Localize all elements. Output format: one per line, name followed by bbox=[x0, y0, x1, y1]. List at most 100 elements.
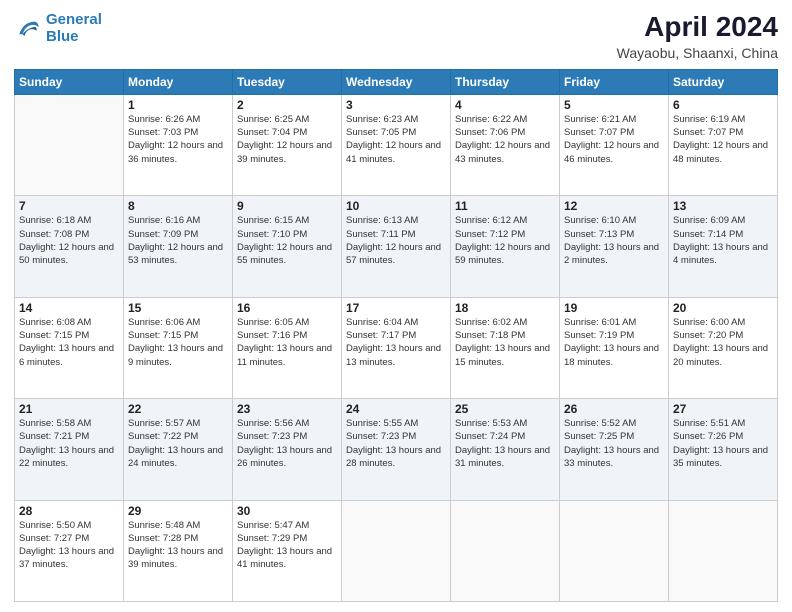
day-number: 16 bbox=[237, 301, 337, 315]
day-info: Sunrise: 6:13 AMSunset: 7:11 PMDaylight:… bbox=[346, 214, 446, 267]
table-row: 1Sunrise: 6:26 AMSunset: 7:03 PMDaylight… bbox=[124, 94, 233, 195]
day-number: 28 bbox=[19, 504, 119, 518]
title-block: April 2024 Wayaobu, Shaanxi, China bbox=[617, 12, 778, 61]
day-info: Sunrise: 6:12 AMSunset: 7:12 PMDaylight:… bbox=[455, 214, 555, 267]
calendar-table: Sunday Monday Tuesday Wednesday Thursday… bbox=[14, 69, 778, 602]
table-row: 25Sunrise: 5:53 AMSunset: 7:24 PMDayligh… bbox=[451, 399, 560, 500]
day-number: 12 bbox=[564, 199, 664, 213]
day-info: Sunrise: 6:25 AMSunset: 7:04 PMDaylight:… bbox=[237, 113, 337, 166]
table-row: 24Sunrise: 5:55 AMSunset: 7:23 PMDayligh… bbox=[342, 399, 451, 500]
calendar-header-row: Sunday Monday Tuesday Wednesday Thursday… bbox=[15, 69, 778, 94]
day-info: Sunrise: 6:05 AMSunset: 7:16 PMDaylight:… bbox=[237, 316, 337, 369]
day-number: 15 bbox=[128, 301, 228, 315]
logo-name: General Blue bbox=[46, 12, 102, 45]
day-info: Sunrise: 5:47 AMSunset: 7:29 PMDaylight:… bbox=[237, 519, 337, 572]
page-title: April 2024 bbox=[617, 12, 778, 43]
day-info: Sunrise: 6:02 AMSunset: 7:18 PMDaylight:… bbox=[455, 316, 555, 369]
day-info: Sunrise: 5:55 AMSunset: 7:23 PMDaylight:… bbox=[346, 417, 446, 470]
table-row: 14Sunrise: 6:08 AMSunset: 7:15 PMDayligh… bbox=[15, 297, 124, 398]
calendar-week-row: 28Sunrise: 5:50 AMSunset: 7:27 PMDayligh… bbox=[15, 500, 778, 601]
day-number: 2 bbox=[237, 98, 337, 112]
day-info: Sunrise: 6:01 AMSunset: 7:19 PMDaylight:… bbox=[564, 316, 664, 369]
table-row: 7Sunrise: 6:18 AMSunset: 7:08 PMDaylight… bbox=[15, 196, 124, 297]
table-row: 30Sunrise: 5:47 AMSunset: 7:29 PMDayligh… bbox=[233, 500, 342, 601]
col-monday: Monday bbox=[124, 69, 233, 94]
table-row: 2Sunrise: 6:25 AMSunset: 7:04 PMDaylight… bbox=[233, 94, 342, 195]
day-info: Sunrise: 5:50 AMSunset: 7:27 PMDaylight:… bbox=[19, 519, 119, 572]
table-row bbox=[451, 500, 560, 601]
day-info: Sunrise: 5:51 AMSunset: 7:26 PMDaylight:… bbox=[673, 417, 773, 470]
day-number: 18 bbox=[455, 301, 555, 315]
table-row: 15Sunrise: 6:06 AMSunset: 7:15 PMDayligh… bbox=[124, 297, 233, 398]
day-number: 8 bbox=[128, 199, 228, 213]
table-row: 20Sunrise: 6:00 AMSunset: 7:20 PMDayligh… bbox=[669, 297, 778, 398]
day-number: 13 bbox=[673, 199, 773, 213]
table-row: 19Sunrise: 6:01 AMSunset: 7:19 PMDayligh… bbox=[560, 297, 669, 398]
table-row: 3Sunrise: 6:23 AMSunset: 7:05 PMDaylight… bbox=[342, 94, 451, 195]
table-row: 23Sunrise: 5:56 AMSunset: 7:23 PMDayligh… bbox=[233, 399, 342, 500]
table-row: 9Sunrise: 6:15 AMSunset: 7:10 PMDaylight… bbox=[233, 196, 342, 297]
day-info: Sunrise: 6:18 AMSunset: 7:08 PMDaylight:… bbox=[19, 214, 119, 267]
day-info: Sunrise: 6:21 AMSunset: 7:07 PMDaylight:… bbox=[564, 113, 664, 166]
day-number: 3 bbox=[346, 98, 446, 112]
day-number: 6 bbox=[673, 98, 773, 112]
day-info: Sunrise: 5:56 AMSunset: 7:23 PMDaylight:… bbox=[237, 417, 337, 470]
table-row: 12Sunrise: 6:10 AMSunset: 7:13 PMDayligh… bbox=[560, 196, 669, 297]
page-subtitle: Wayaobu, Shaanxi, China bbox=[617, 45, 778, 61]
day-number: 22 bbox=[128, 402, 228, 416]
day-number: 5 bbox=[564, 98, 664, 112]
day-number: 17 bbox=[346, 301, 446, 315]
day-info: Sunrise: 5:52 AMSunset: 7:25 PMDaylight:… bbox=[564, 417, 664, 470]
day-info: Sunrise: 6:04 AMSunset: 7:17 PMDaylight:… bbox=[346, 316, 446, 369]
table-row: 28Sunrise: 5:50 AMSunset: 7:27 PMDayligh… bbox=[15, 500, 124, 601]
day-info: Sunrise: 6:10 AMSunset: 7:13 PMDaylight:… bbox=[564, 214, 664, 267]
calendar-week-row: 21Sunrise: 5:58 AMSunset: 7:21 PMDayligh… bbox=[15, 399, 778, 500]
calendar-week-row: 1Sunrise: 6:26 AMSunset: 7:03 PMDaylight… bbox=[15, 94, 778, 195]
logo-text-block: General Blue bbox=[46, 12, 102, 45]
day-number: 10 bbox=[346, 199, 446, 213]
day-info: Sunrise: 5:53 AMSunset: 7:24 PMDaylight:… bbox=[455, 417, 555, 470]
day-number: 4 bbox=[455, 98, 555, 112]
day-info: Sunrise: 6:26 AMSunset: 7:03 PMDaylight:… bbox=[128, 113, 228, 166]
day-number: 19 bbox=[564, 301, 664, 315]
table-row: 11Sunrise: 6:12 AMSunset: 7:12 PMDayligh… bbox=[451, 196, 560, 297]
table-row: 17Sunrise: 6:04 AMSunset: 7:17 PMDayligh… bbox=[342, 297, 451, 398]
day-number: 21 bbox=[19, 402, 119, 416]
col-thursday: Thursday bbox=[451, 69, 560, 94]
table-row: 27Sunrise: 5:51 AMSunset: 7:26 PMDayligh… bbox=[669, 399, 778, 500]
table-row bbox=[669, 500, 778, 601]
day-info: Sunrise: 6:22 AMSunset: 7:06 PMDaylight:… bbox=[455, 113, 555, 166]
day-info: Sunrise: 6:23 AMSunset: 7:05 PMDaylight:… bbox=[346, 113, 446, 166]
table-row: 5Sunrise: 6:21 AMSunset: 7:07 PMDaylight… bbox=[560, 94, 669, 195]
page: General Blue April 2024 Wayaobu, Shaanxi… bbox=[0, 0, 792, 612]
day-info: Sunrise: 6:00 AMSunset: 7:20 PMDaylight:… bbox=[673, 316, 773, 369]
day-info: Sunrise: 6:19 AMSunset: 7:07 PMDaylight:… bbox=[673, 113, 773, 166]
day-info: Sunrise: 6:08 AMSunset: 7:15 PMDaylight:… bbox=[19, 316, 119, 369]
day-number: 23 bbox=[237, 402, 337, 416]
col-friday: Friday bbox=[560, 69, 669, 94]
table-row bbox=[15, 94, 124, 195]
header: General Blue April 2024 Wayaobu, Shaanxi… bbox=[14, 12, 778, 61]
day-info: Sunrise: 6:16 AMSunset: 7:09 PMDaylight:… bbox=[128, 214, 228, 267]
table-row: 8Sunrise: 6:16 AMSunset: 7:09 PMDaylight… bbox=[124, 196, 233, 297]
day-info: Sunrise: 6:09 AMSunset: 7:14 PMDaylight:… bbox=[673, 214, 773, 267]
calendar-week-row: 14Sunrise: 6:08 AMSunset: 7:15 PMDayligh… bbox=[15, 297, 778, 398]
table-row: 6Sunrise: 6:19 AMSunset: 7:07 PMDaylight… bbox=[669, 94, 778, 195]
table-row bbox=[560, 500, 669, 601]
day-number: 1 bbox=[128, 98, 228, 112]
day-number: 7 bbox=[19, 199, 119, 213]
day-number: 20 bbox=[673, 301, 773, 315]
table-row: 4Sunrise: 6:22 AMSunset: 7:06 PMDaylight… bbox=[451, 94, 560, 195]
table-row bbox=[342, 500, 451, 601]
day-number: 30 bbox=[237, 504, 337, 518]
day-number: 9 bbox=[237, 199, 337, 213]
table-row: 16Sunrise: 6:05 AMSunset: 7:16 PMDayligh… bbox=[233, 297, 342, 398]
day-number: 24 bbox=[346, 402, 446, 416]
logo: General Blue bbox=[14, 12, 102, 45]
table-row: 10Sunrise: 6:13 AMSunset: 7:11 PMDayligh… bbox=[342, 196, 451, 297]
table-row: 13Sunrise: 6:09 AMSunset: 7:14 PMDayligh… bbox=[669, 196, 778, 297]
table-row: 29Sunrise: 5:48 AMSunset: 7:28 PMDayligh… bbox=[124, 500, 233, 601]
day-number: 29 bbox=[128, 504, 228, 518]
table-row: 26Sunrise: 5:52 AMSunset: 7:25 PMDayligh… bbox=[560, 399, 669, 500]
col-sunday: Sunday bbox=[15, 69, 124, 94]
